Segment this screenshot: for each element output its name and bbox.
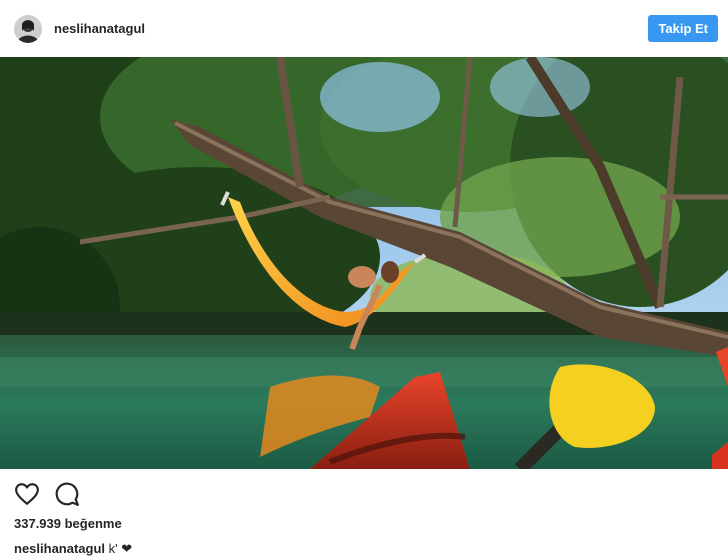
caption-text: k' ❤	[108, 541, 133, 556]
avatar[interactable]	[14, 14, 42, 43]
caption-username[interactable]: neslihanatagul	[14, 541, 105, 556]
speech-bubble-icon[interactable]	[54, 481, 80, 507]
action-bar	[14, 481, 80, 507]
username[interactable]: neslihanatagul	[54, 21, 145, 36]
follow-button[interactable]: Takip Et	[648, 15, 718, 42]
avatar-image	[14, 14, 42, 43]
post-header: neslihanatagul Takip Et	[0, 0, 728, 57]
heart-outline-icon[interactable]	[14, 481, 40, 507]
like-count[interactable]: 337.939 beğenme	[14, 516, 122, 531]
caption: neslihanatagul k' ❤	[14, 541, 132, 557]
post-photo[interactable]	[0, 57, 728, 469]
